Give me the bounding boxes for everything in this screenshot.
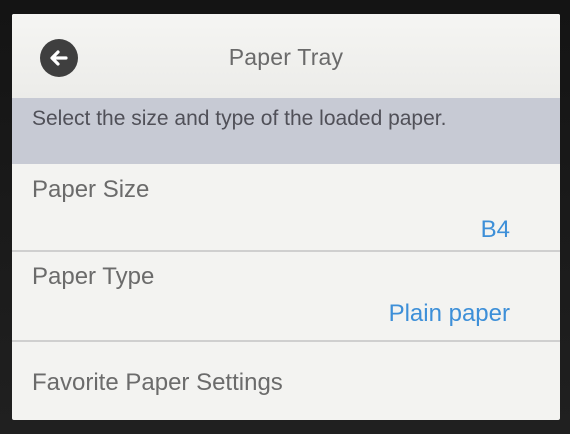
- instruction-text: Select the size and type of the loaded p…: [32, 107, 447, 130]
- header-bar: Paper Tray: [12, 14, 560, 98]
- paper-size-label: Paper Size: [32, 176, 150, 203]
- paper-type-row[interactable]: Paper Type Plain paper: [12, 251, 560, 340]
- paper-type-value: Plain paper: [388, 300, 510, 327]
- instruction-banner: Select the size and type of the loaded p…: [12, 98, 560, 164]
- favorite-paper-settings-label: Favorite Paper Settings: [32, 369, 283, 396]
- touch-screen: Paper Tray Select the size and type of t…: [12, 14, 560, 420]
- device-bezel: Paper Tray Select the size and type of t…: [0, 0, 570, 434]
- paper-type-label: Paper Type: [32, 263, 155, 290]
- paper-size-row[interactable]: Paper Size B4: [12, 164, 560, 250]
- page-title: Paper Tray: [228, 44, 344, 70]
- favorite-paper-settings-row[interactable]: Favorite Paper Settings: [12, 341, 560, 420]
- paper-size-value: B4: [480, 216, 510, 243]
